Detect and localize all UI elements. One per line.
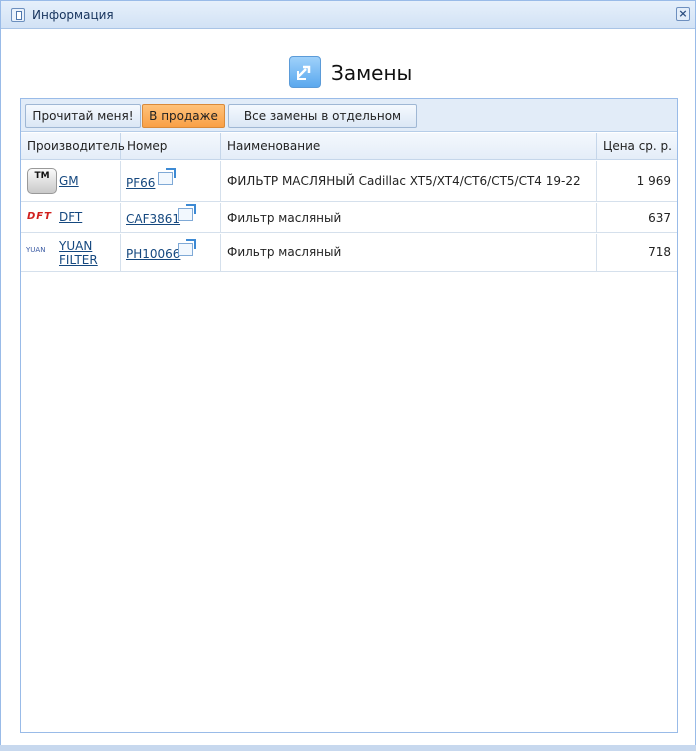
part-number-link[interactable]: CAF3861 — [126, 212, 180, 226]
info-icon — [11, 8, 25, 22]
gm-logo: TM — [27, 168, 57, 194]
table-row: DFT DFT CAF3861 Фильтр масляный 637 — [21, 203, 677, 233]
column-header-number[interactable]: Номер — [121, 133, 221, 160]
price-cell: 637 — [597, 203, 677, 232]
brand-line1: YUAN — [59, 239, 93, 253]
column-header-manufacturer[interactable]: Производитель — [21, 133, 125, 160]
brand-line2: FILTER — [59, 253, 98, 267]
window-titlebar: Информация × — [1, 1, 695, 29]
manufacturer-cell: DFT DFT — [21, 203, 121, 232]
page-heading: Замены — [1, 56, 695, 90]
number-cell: PH10066 — [121, 234, 221, 271]
part-name: ФИЛЬТР МАСЛЯНЫЙ Cadillac XT5/XT4/CT6/CT5… — [227, 174, 581, 188]
table-row: YUAN YUAN FILTER PH10066 Фильтр масляный… — [21, 234, 677, 272]
readme-button[interactable]: Прочитай меня! — [25, 104, 141, 128]
all-replacements-window-button[interactable]: Все замены в отдельном окне — [228, 104, 417, 145]
part-number-link[interactable]: PF66 — [126, 176, 155, 190]
manufacturer-cell: TM GM — [21, 161, 121, 201]
brand-link[interactable]: YUAN FILTER — [59, 239, 98, 267]
part-name: Фильтр масляный — [227, 245, 342, 259]
external-link-icon[interactable] — [178, 239, 196, 256]
window-bottom-edge — [0, 745, 696, 751]
external-link-icon[interactable] — [158, 168, 176, 185]
price-value: 637 — [648, 211, 671, 225]
table-header: Производитель Номер Наименование Цена ср… — [21, 133, 677, 160]
brand-link[interactable]: GM — [59, 174, 79, 188]
price-cell: 1 969 — [597, 161, 677, 201]
info-window: Информация × Замены Прочитай меня! В про… — [0, 0, 696, 751]
brand-link[interactable]: DFT — [59, 210, 82, 224]
column-header-price[interactable]: Цена ср. р. — [597, 133, 677, 160]
name-cell: ФИЛЬТР МАСЛЯНЫЙ Cadillac XT5/XT4/CT6/CT5… — [221, 161, 597, 201]
part-name: Фильтр масляный — [227, 211, 342, 225]
yuan-logo: YUAN — [26, 246, 46, 254]
page-title: Замены — [331, 61, 413, 85]
column-header-name[interactable]: Наименование — [221, 133, 597, 160]
number-cell: CAF3861 — [121, 203, 221, 232]
external-link-icon[interactable] — [178, 204, 196, 221]
price-value: 1 969 — [636, 174, 671, 188]
name-cell: Фильтр масляный — [221, 234, 597, 271]
dft-logo: DFT — [27, 211, 52, 222]
price-cell: 718 — [597, 234, 677, 271]
price-value: 718 — [648, 245, 671, 259]
toolbar: Прочитай меня! В продаже Все замены в от… — [21, 99, 677, 145]
swap-arrows-icon — [289, 56, 321, 88]
number-cell: PF66 — [121, 161, 221, 201]
close-button[interactable]: × — [676, 7, 690, 21]
manufacturer-cell: YUAN YUAN FILTER — [21, 234, 121, 271]
part-number-link[interactable]: PH10066 — [126, 247, 180, 261]
name-cell: Фильтр масляный — [221, 203, 597, 232]
replacements-panel: Прочитай меня! В продаже Все замены в от… — [20, 98, 678, 733]
on-sale-button[interactable]: В продаже — [142, 104, 225, 128]
table-row: TM GM PF66 ФИЛЬТР МАСЛЯНЫЙ Cadillac XT5/… — [21, 161, 677, 202]
window-title: Информация — [32, 8, 114, 22]
